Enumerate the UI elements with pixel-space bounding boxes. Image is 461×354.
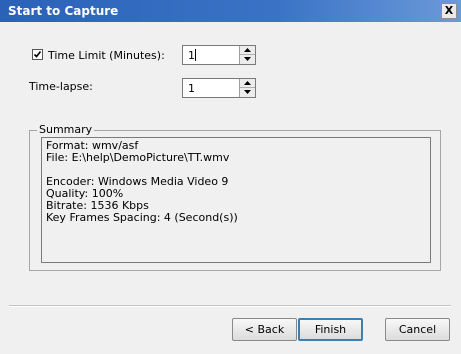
time-limit-spinner[interactable]: 1 <box>182 45 256 65</box>
checkmark-icon <box>33 51 42 58</box>
summary-line: File: E:\help\DemoPicture\TT.wmv <box>46 151 230 164</box>
time-limit-label: Time Limit (Minutes): <box>48 49 165 62</box>
title-bar: Start to Capture <box>0 0 461 22</box>
arrow-down-icon <box>244 57 251 61</box>
time-lapse-spin-buttons[interactable] <box>239 79 255 97</box>
time-lapse-label: Time-lapse: <box>29 80 93 93</box>
text-caret <box>195 49 196 61</box>
time-lapse-up-button[interactable] <box>240 79 255 88</box>
time-lapse-value[interactable]: 1 <box>188 82 195 95</box>
arrow-up-icon <box>244 48 251 52</box>
back-button[interactable]: < Back <box>232 318 297 341</box>
close-button[interactable]: X <box>441 3 457 19</box>
summary-group-label: Summary <box>37 123 95 136</box>
cancel-button[interactable]: Cancel <box>385 318 450 341</box>
summary-line: Key Frames Spacing: 4 (Second(s)) <box>46 211 238 224</box>
summary-text-box[interactable]: Format: wmv/asf File: E:\help\DemoPictur… <box>41 137 431 263</box>
time-limit-down-button[interactable] <box>240 55 255 64</box>
arrow-down-icon <box>244 90 251 94</box>
arrow-up-icon <box>244 81 251 85</box>
time-limit-checkbox[interactable] <box>32 49 43 60</box>
time-limit-value[interactable]: 1 <box>188 49 195 62</box>
footer-separator <box>9 305 451 307</box>
time-limit-spin-buttons[interactable] <box>239 46 255 64</box>
finish-button[interactable]: Finish <box>298 318 363 341</box>
time-lapse-down-button[interactable] <box>240 88 255 97</box>
window-title: Start to Capture <box>8 4 119 18</box>
time-lapse-spinner[interactable]: 1 <box>182 78 256 98</box>
time-limit-up-button[interactable] <box>240 46 255 55</box>
